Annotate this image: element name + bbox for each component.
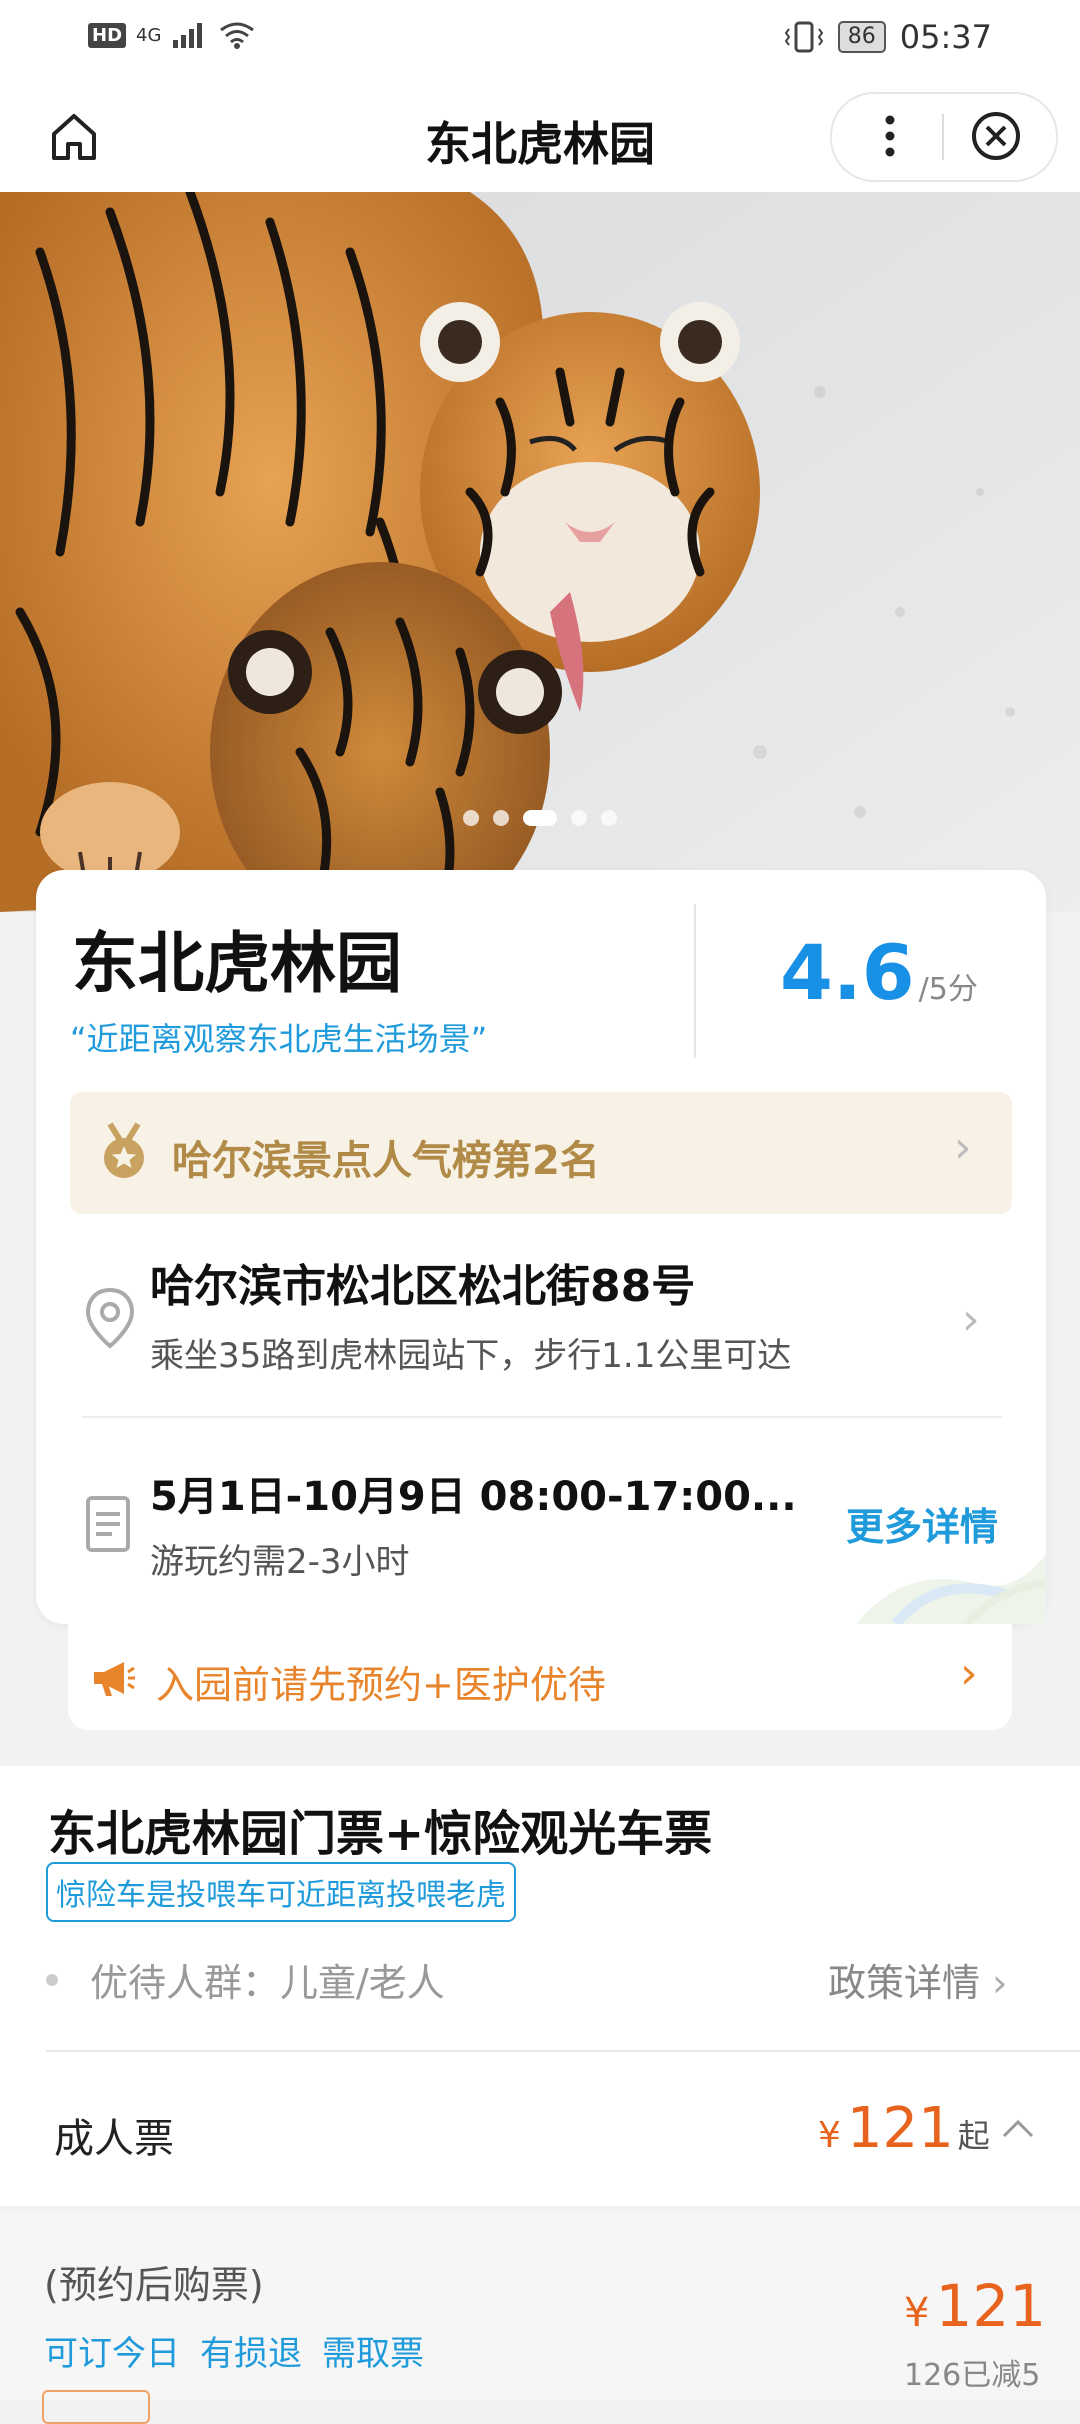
vibrate-icon xyxy=(784,21,824,53)
divider xyxy=(694,904,696,1058)
ticket-type[interactable]: 成人票 xyxy=(54,2106,174,2164)
nav-bar: 东北虎林园 xyxy=(0,80,1080,192)
popularity-rank-row[interactable]: 哈尔滨景点人气榜第2名 › xyxy=(70,1092,1012,1214)
ticket-price: ¥ 121 起 xyxy=(818,2096,990,2161)
attraction-name: 东北虎林园 xyxy=(72,925,402,1002)
document-icon xyxy=(86,1496,130,1552)
special-groups: 优待人群：儿童/老人 xyxy=(90,1961,445,2005)
chevron-right-icon: › xyxy=(992,1961,1008,2005)
chevron-right-icon: › xyxy=(960,1648,978,1699)
medal-icon xyxy=(104,1122,144,1178)
rating[interactable]: 4.6 /5分 xyxy=(780,928,978,1017)
mini-program-capsule xyxy=(830,92,1058,182)
policy-label: 政策详情 xyxy=(828,1961,981,2005)
ticket-product-section: 东北虎林园门票+惊险观光车票 惊险车是投喂车可近距离投喂老虎 优待人群：儿童/老… xyxy=(0,1766,1080,2206)
status-right: 86 05:37 xyxy=(784,18,992,56)
signal-icon xyxy=(173,23,203,48)
tag-book-today: 可订今日 xyxy=(44,2334,180,2374)
more-details-link[interactable]: 更多详情 xyxy=(846,1496,998,1551)
discount-badge xyxy=(42,2390,150,2424)
opening-hours: 5月1日-10月9日 08:00-17:00... xyxy=(150,1474,797,1520)
chevron-up-icon[interactable] xyxy=(1000,2112,1036,2142)
carousel-dot-active xyxy=(523,810,557,826)
notice-bar[interactable]: 入园前请先预约+医护优待 › xyxy=(68,1624,1012,1730)
battery-level: 86 xyxy=(837,21,886,53)
chevron-right-icon[interactable]: › xyxy=(962,1294,980,1345)
attraction-slogan: “近距离观察东北虎生活场景” xyxy=(70,1020,488,1058)
visit-duration: 游玩约需2-3小时 xyxy=(150,1542,410,1582)
ticket-option-title: (预约后购票) xyxy=(44,2263,264,2307)
clock: 05:37 xyxy=(899,18,992,56)
carousel-dot xyxy=(601,810,617,826)
price-value: 121 xyxy=(846,2096,954,2161)
more-icon[interactable] xyxy=(862,108,918,164)
ticket-option-tags: 可订今日 有损退 需取票 xyxy=(44,2326,424,2375)
attraction-info-card: 东北虎林园 “近距离观察东北虎生活场景” 4.6 /5分 哈尔滨景点人气榜第2名… xyxy=(36,870,1046,1624)
ticket-option-card[interactable]: (预约后购票) 可订今日 有损退 需取票 ¥ 121 126已减5 xyxy=(0,2212,1080,2424)
product-tag: 惊险车是投喂车可近距离投喂老虎 xyxy=(46,1862,516,1922)
address-directions: 乘坐35路到虎林园站下，步行1.1公里可达 xyxy=(150,1336,792,1376)
divider xyxy=(82,1416,1002,1418)
currency-symbol: ¥ xyxy=(818,2115,841,2156)
divider xyxy=(46,2050,1080,2052)
notice-text: 入园前请先预约+医护优待 xyxy=(156,1663,606,1707)
location-pin-icon xyxy=(85,1287,135,1349)
rating-max: /5分 xyxy=(918,972,978,1007)
wifi-icon xyxy=(220,22,255,49)
megaphone-icon xyxy=(94,1662,135,1696)
carousel-dot xyxy=(493,810,509,826)
price-value: 121 xyxy=(935,2272,1047,2340)
chevron-right-icon: › xyxy=(954,1122,972,1173)
price-suffix: 起 xyxy=(957,2117,990,2155)
carousel-dot xyxy=(571,810,587,826)
carousel-indicator xyxy=(0,810,1080,826)
tiger-photo xyxy=(0,192,1080,912)
bullet-dot xyxy=(46,1974,58,1986)
ticket-option-price: ¥ 121 xyxy=(904,2272,1046,2340)
currency-symbol: ¥ xyxy=(904,2290,930,2336)
status-bar: HD 4G 86 05:37 xyxy=(0,0,1080,80)
discount-note: 126已减5 xyxy=(904,2358,1041,2393)
address-main[interactable]: 哈尔滨市松北区松北街88号 xyxy=(150,1250,695,1314)
network-label: 4G xyxy=(136,24,162,46)
close-icon[interactable] xyxy=(968,108,1024,164)
rank-text: 哈尔滨景点人气榜第2名 xyxy=(172,1138,600,1184)
rating-value: 4.6 xyxy=(780,928,915,1017)
tag-refund: 有损退 xyxy=(200,2334,302,2374)
hd-badge: HD xyxy=(88,22,127,48)
carousel-dot xyxy=(463,810,479,826)
policy-details-link[interactable]: 政策详情 › xyxy=(828,1952,1007,2007)
status-left: HD 4G xyxy=(88,20,257,50)
hero-carousel[interactable] xyxy=(0,192,1080,912)
product-title[interactable]: 东北虎林园门票+惊险观光车票 xyxy=(48,1794,712,1864)
capsule-divider xyxy=(942,114,944,160)
tag-pickup: 需取票 xyxy=(322,2334,424,2374)
